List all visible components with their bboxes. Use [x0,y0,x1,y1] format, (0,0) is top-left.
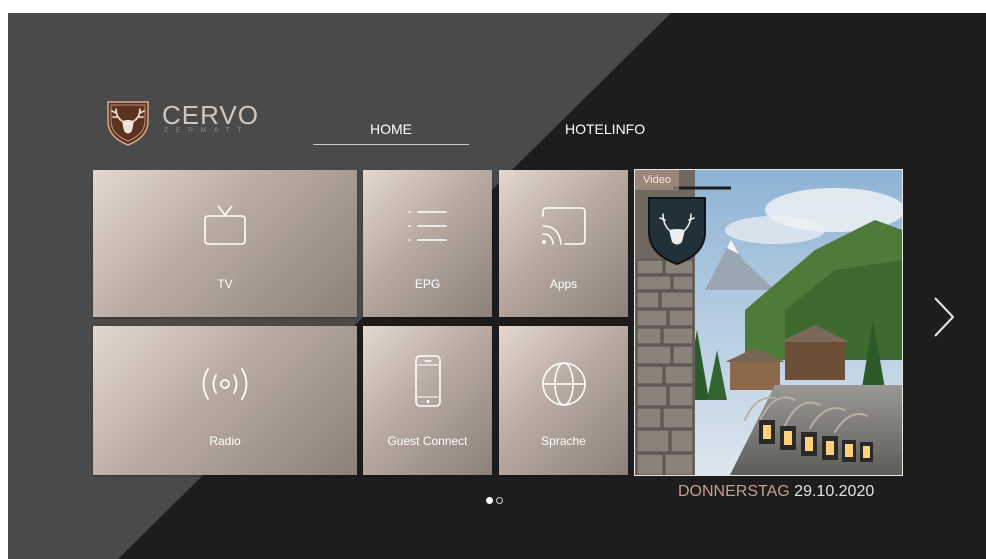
tab-home[interactable]: HOME [313,121,469,137]
hotel-logo: CERVO ZERMATT [102,95,262,147]
tile-radio[interactable]: Radio [93,326,357,475]
globe-icon [541,362,586,406]
list-icon [407,211,447,241]
tile-label-epg: EPG [414,277,441,291]
tile-epg[interactable]: EPG [363,170,492,317]
tab-hotelinfo[interactable]: HOTELINFO [565,121,645,137]
tile-label-tv: TV [217,277,233,291]
radio-broadcast-icon [202,368,248,400]
active-tab-indicator [313,144,469,145]
chevron-right-icon[interactable] [931,295,957,339]
page-dot-active[interactable] [486,497,493,504]
cast-icon [541,207,586,245]
tile-label-radio: Radio [209,434,241,448]
day-label: DONNERSTAG [678,483,790,500]
video-badge: Video [635,170,679,190]
tile-guest-connect[interactable]: Guest Connect [363,326,492,475]
tile-sprache[interactable]: Sprache [499,326,628,475]
tile-label-sprache: Sprache [541,434,586,448]
date-value: 29.10.2020 [794,483,875,500]
video-thumbnail-image [635,170,902,475]
tv-home-screen: CERVO ZERMATT HOME HOTELINFO TV EPG Apps… [8,13,986,559]
tv-icon [204,205,246,245]
tile-apps[interactable]: Apps [499,170,628,317]
tile-label-apps: Apps [549,277,578,291]
tile-tv[interactable]: TV [93,170,357,317]
page-dot[interactable] [496,497,503,504]
smartphone-icon [414,355,441,407]
video-preview[interactable]: Video [634,169,903,476]
date-display: DONNERSTAG 29.10.2020 [678,483,874,501]
stag-crest-icon [107,101,149,146]
tile-label-guest-connect: Guest Connect [387,434,468,448]
brand-location: ZERMATT [164,127,250,134]
